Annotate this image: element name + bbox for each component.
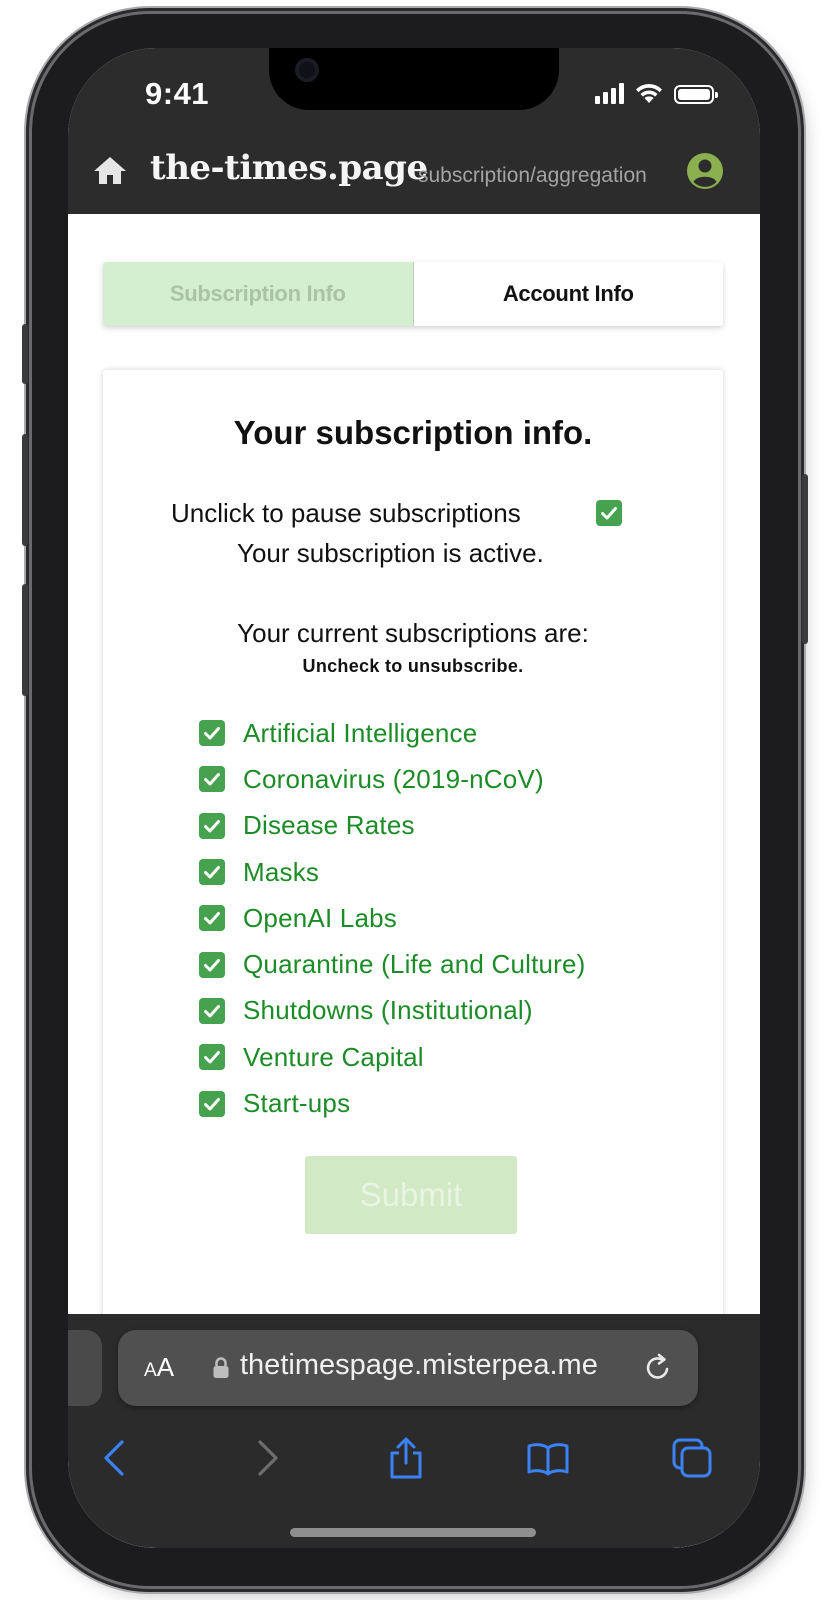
safari-nav-row	[68, 1426, 760, 1486]
checkmark-icon	[204, 727, 220, 740]
back-arrow-icon[interactable]	[94, 1436, 138, 1480]
checkmark-icon	[204, 1097, 220, 1111]
text-size-small-a: A	[144, 1360, 157, 1381]
checkmark-icon	[204, 958, 220, 972]
topic-item[interactable]: Artificial Intelligence	[199, 710, 586, 756]
topic-checkbox[interactable]	[199, 1090, 225, 1117]
checkmark-icon	[204, 866, 220, 879]
topic-checkbox[interactable]	[199, 1044, 225, 1071]
pause-subscriptions-checkbox[interactable]	[596, 500, 622, 526]
topic-item[interactable]: Masks	[199, 849, 586, 895]
text-size-large-a: A	[156, 1352, 175, 1382]
topic-item[interactable]: Quarantine (Life and Culture)	[199, 941, 586, 987]
topic-label: Masks	[243, 856, 320, 887]
tab-subscription-info[interactable]: Subscription Info	[103, 262, 414, 326]
subscription-status: Your subscription is active.	[237, 538, 544, 568]
phone-screen: 9:41 the-times.page subscription/aggrega…	[68, 48, 760, 1548]
lock-icon	[213, 1357, 229, 1378]
topic-checkbox[interactable]	[199, 905, 225, 932]
topic-checkbox[interactable]	[199, 997, 225, 1024]
front-camera	[295, 58, 319, 82]
topic-item[interactable]: Shutdowns (Institutional)	[199, 988, 586, 1034]
forward-arrow-icon[interactable]	[244, 1436, 288, 1480]
volume-down-button	[22, 584, 28, 696]
checkmark-icon	[204, 819, 220, 833]
share-icon[interactable]	[384, 1436, 428, 1480]
topic-checkbox[interactable]	[199, 812, 225, 839]
topic-list: Artificial Intelligence Coronavirus (201…	[199, 710, 586, 1127]
checkmark-icon	[204, 1004, 220, 1018]
checkmark-icon	[601, 507, 617, 520]
topic-label: Quarantine (Life and Culture)	[243, 949, 586, 980]
checkmark-icon	[204, 912, 220, 925]
tab-bar: Subscription Info Account Info	[103, 262, 723, 326]
topic-item[interactable]: Coronavirus (2019-nCoV)	[199, 756, 586, 802]
previous-tab-preview[interactable]	[68, 1330, 102, 1406]
topic-item[interactable]: Venture Capital	[199, 1034, 586, 1080]
url-text: thetimespage.misterpea.me	[240, 1349, 598, 1381]
topic-checkbox[interactable]	[199, 720, 225, 747]
volume-up-button	[22, 434, 28, 546]
checkmark-icon	[204, 1051, 220, 1064]
battery-icon	[674, 85, 718, 104]
site-brand[interactable]: the-times.page	[150, 148, 428, 188]
reload-icon[interactable]	[642, 1352, 674, 1384]
topic-label: OpenAI Labs	[243, 902, 397, 933]
status-time: 9:41	[145, 76, 210, 111]
site-header: 9:41 the-times.page subscription/aggrega…	[68, 48, 760, 214]
topic-item[interactable]: Disease Rates	[199, 803, 586, 849]
submit-button[interactable]: Submit	[305, 1156, 517, 1234]
topic-label: Artificial Intelligence	[243, 717, 478, 748]
pause-label: Unclick to pause subscriptions	[171, 498, 521, 528]
topic-checkbox[interactable]	[199, 859, 225, 886]
tabs-icon[interactable]	[670, 1436, 714, 1480]
page-path: subscription/aggregation	[418, 164, 647, 187]
address-bar[interactable]: AA thetimespage.misterpea.me	[118, 1330, 698, 1406]
topic-label: Disease Rates	[243, 810, 415, 841]
topic-checkbox[interactable]	[199, 766, 225, 793]
text-size-button[interactable]: AA	[144, 1352, 174, 1383]
power-button	[802, 474, 808, 644]
checkmark-icon	[204, 773, 220, 786]
topic-label: Coronavirus (2019-nCoV)	[243, 763, 544, 794]
topic-label: Venture Capital	[243, 1041, 424, 1072]
topic-checkbox[interactable]	[199, 951, 225, 978]
safari-toolbar: AA thetimespage.misterpea.me	[68, 1314, 760, 1548]
cellular-signal-icon	[595, 82, 624, 104]
topic-item[interactable]: OpenAI Labs	[199, 895, 586, 941]
topic-label: Shutdowns (Institutional)	[243, 995, 533, 1026]
current-subscriptions-label: Your current subscriptions are:	[237, 618, 589, 648]
home-icon[interactable]	[92, 154, 128, 186]
mute-switch	[22, 324, 28, 384]
uncheck-hint: Uncheck to unsubscribe.	[302, 656, 524, 676]
home-indicator[interactable]	[290, 1528, 536, 1537]
status-icons	[595, 80, 718, 104]
tab-account-info[interactable]: Account Info	[413, 262, 723, 326]
wifi-icon	[636, 83, 662, 103]
card-title: Your subscription info.	[233, 414, 593, 451]
bookmarks-icon[interactable]	[526, 1436, 570, 1480]
topic-label: Start-ups	[243, 1088, 351, 1119]
topic-item[interactable]: Start-ups	[199, 1080, 586, 1126]
user-account-icon[interactable]	[686, 152, 724, 190]
